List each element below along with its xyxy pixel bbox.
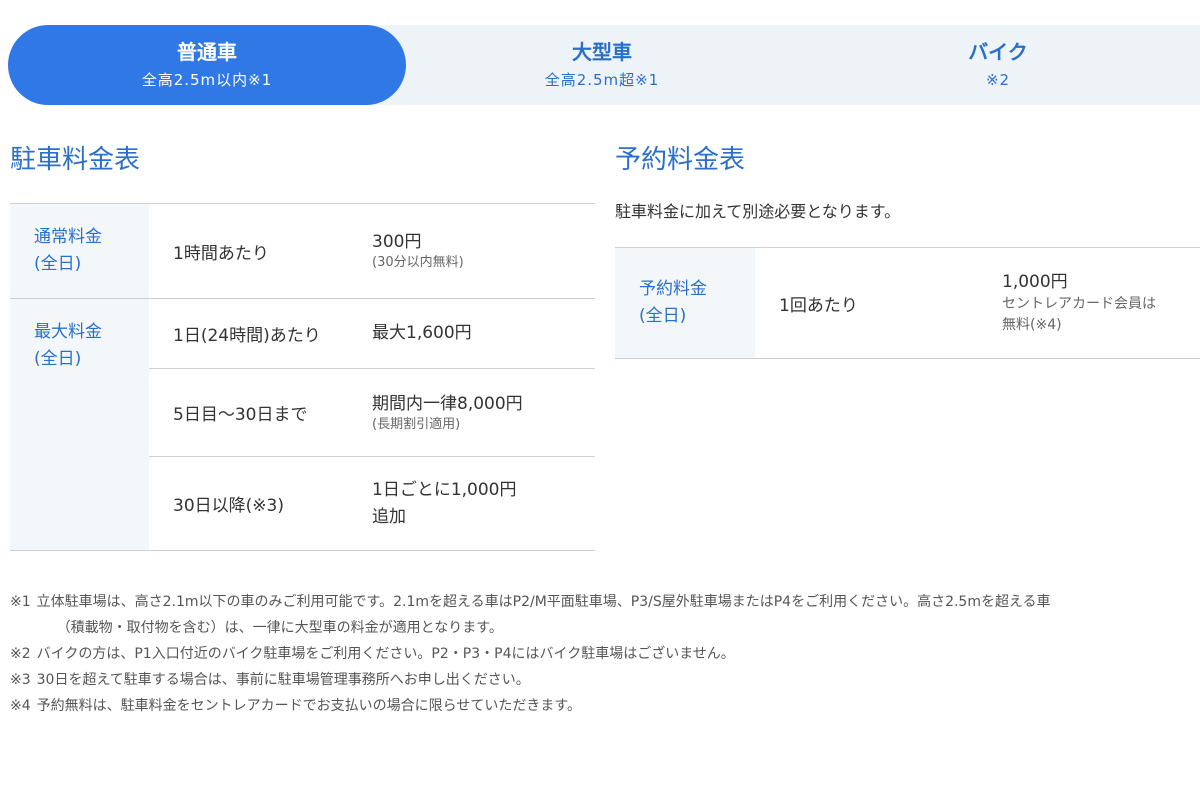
footnote-mark: ※2 (10, 646, 31, 662)
footnote-text: バイクの方は、P1入口付近のバイク駐車場をご利用ください。P2・P3・P4にはバ… (36, 646, 735, 662)
tab-title: 大型車 (572, 40, 632, 64)
price-note: (30分以内無料) (372, 255, 464, 270)
table-row: 最大料金 (全日) 1日(24時間)あたり 最大1,600円 5日目〜30日まで… (10, 299, 595, 551)
price-note: セントレアカード会員は (1002, 296, 1156, 312)
tab-motorcycle[interactable]: バイク ※2 (798, 25, 1198, 105)
reservation-fee-heading: 予約料金表 (615, 145, 746, 175)
reservation-description: 駐車料金に加えて別途必要となります。 (615, 202, 901, 221)
tab-subtitle: ※2 (985, 71, 1011, 89)
table-row: 通常料金 (全日) 1時間あたり 300円 (30分以内無料) (10, 204, 595, 299)
tab-standard-car[interactable]: 普通車 全高2.5m以内※1 (8, 25, 406, 105)
table-row: 予約料金 (全日) 1回あたり 1,000円 セントレアカード会員は 無料(※4… (615, 248, 1200, 359)
condition-cell: 30日以降(※3) (173, 496, 284, 517)
reservation-fee-table: 予約料金 (全日) 1回あたり 1,000円 セントレアカード会員は 無料(※4… (615, 247, 1200, 359)
footnote-mark: ※1 (10, 594, 31, 610)
price-value: 1日ごとに1,000円 (372, 479, 517, 500)
price-cell: 1,000円 セントレアカード会員は 無料(※4) (1002, 270, 1156, 336)
price-cell: 最大1,600円 (372, 321, 472, 345)
category-cell: 通常料金 (全日) (10, 204, 149, 298)
price-value: 1,000円 (1002, 272, 1068, 292)
category-cell: 最大料金 (全日) (10, 299, 149, 550)
parking-fee-heading: 駐車料金表 (10, 145, 141, 175)
category-label: (全日) (639, 306, 687, 326)
footnote-line: （積載物・取付物を含む）は、一律に大型車の料金が適用となります。 (56, 620, 503, 636)
footnote-mark: ※3 (10, 672, 31, 688)
footnote-mark: ※4 (10, 698, 31, 714)
sub-row: 5日目〜30日まで 期間内一律8,000円 (長期割引適用) (149, 369, 595, 458)
tab-title: 普通車 (177, 40, 237, 64)
footnote-text: 予約無料は、駐車料金をセントレアカードでお支払いの場合に限らせていただきます。 (36, 698, 581, 714)
sub-row: 30日以降(※3) 1日ごとに1,000円 追加 (149, 457, 595, 550)
tab-subtitle: 全高2.5m以内※1 (141, 71, 273, 89)
footnotes: ※1 立体駐車場は、高さ2.1m以下の車のみご利用可能です。2.1mを超える車は… (10, 589, 1190, 719)
category-label: (全日) (34, 349, 82, 369)
sub-row: 1日(24時間)あたり 最大1,600円 (149, 299, 595, 369)
condition-cell: 5日目〜30日まで (173, 405, 308, 426)
tab-large-car[interactable]: 大型車 全高2.5m超※1 (406, 25, 798, 105)
price-cell: 期間内一律8,000円 (長期割引適用) (372, 392, 523, 434)
footnote-line: 立体駐車場は、高さ2.1m以下の車のみご利用可能です。2.1mを超える車はP2/… (36, 594, 1051, 610)
price-value: 300円 (372, 232, 422, 252)
tab-subtitle: 全高2.5m超※1 (544, 71, 660, 89)
footnote-item: ※2 バイクの方は、P1入口付近のバイク駐車場をご利用ください。P2・P3・P4… (10, 641, 1190, 667)
category-label: 予約料金 (639, 279, 707, 299)
condition-cell: 1日(24時間)あたり (173, 325, 321, 346)
price-note: 無料(※4) (1002, 317, 1062, 333)
footnote-text: 30日を超えて駐車する場合は、事前に駐車場管理事務所へお申し出ください。 (36, 672, 530, 688)
footnote-text: 立体駐車場は、高さ2.1m以下の車のみご利用可能です。2.1mを超える車はP2/… (31, 589, 1190, 641)
price-cell: 1日ごとに1,000円 追加 (372, 477, 516, 531)
price-note: (長期割引適用) (372, 416, 461, 432)
condition-cell: 1時間あたり (173, 243, 269, 264)
category-cell: 予約料金 (全日) (615, 248, 755, 358)
condition-cell: 1回あたり (779, 295, 858, 316)
price-value: 追加 (372, 506, 406, 527)
category-label: 通常料金 (34, 227, 102, 247)
vehicle-type-tabs: 普通車 全高2.5m以内※1 大型車 全高2.5m超※1 バイク ※2 (8, 25, 1200, 105)
footnote-item: ※4 予約無料は、駐車料金をセントレアカードでお支払いの場合に限らせていただきま… (10, 693, 1190, 719)
price-cell: 300円 (30分以内無料) (372, 230, 464, 272)
price-value: 最大1,600円 (372, 323, 472, 344)
parking-fee-table: 通常料金 (全日) 1時間あたり 300円 (30分以内無料) 最大料金 (全日… (10, 203, 595, 551)
price-value: 期間内一律8,000円 (372, 393, 523, 414)
category-label: (全日) (34, 254, 82, 274)
footnote-item: ※1 立体駐車場は、高さ2.1m以下の車のみご利用可能です。2.1mを超える車は… (10, 589, 1190, 641)
tab-title: バイク (968, 40, 1028, 64)
footnote-item: ※3 30日を超えて駐車する場合は、事前に駐車場管理事務所へお申し出ください。 (10, 667, 1190, 693)
category-label: 最大料金 (34, 322, 102, 342)
